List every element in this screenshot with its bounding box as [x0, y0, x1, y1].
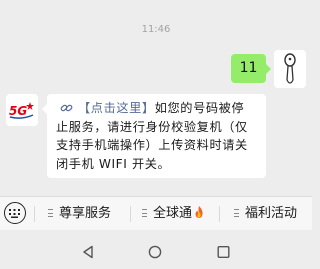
keyboard-toggle-button[interactable] [4, 202, 26, 224]
message-timestamp: 11:46 [141, 24, 171, 35]
menu-item-benefits[interactable]: 福利活动 [234, 197, 297, 231]
menu-item-label: 全球通 [153, 206, 193, 221]
menu-item-global-connect[interactable]: 全球通 [142, 197, 205, 231]
chat-area: 11:46 11 5G 【点击这里】如您的号码被停止服务，请进行身份校验复机（仅… [0, 0, 312, 184]
home-icon[interactable] [148, 245, 162, 259]
service-menu-bar: 尊享服务 全球通 福利活动 [0, 196, 312, 230]
sender-avatar[interactable]: 5G [6, 94, 38, 126]
back-icon[interactable] [82, 245, 94, 259]
keyboard-icon [9, 209, 20, 218]
menu-item-label: 尊享服务 [59, 206, 112, 221]
user-avatar-icon [284, 53, 296, 84]
menu-item-label: 福利活动 [245, 206, 298, 221]
submenu-icon [48, 209, 53, 217]
menu-item-vip-service[interactable]: 尊享服务 [48, 197, 111, 231]
link-icon [60, 104, 73, 112]
system-navigation-bar [0, 236, 312, 269]
menu-divider [219, 206, 220, 222]
menu-divider [34, 206, 35, 222]
sent-message-bubble[interactable]: 11 [231, 54, 271, 83]
submenu-icon [142, 209, 147, 217]
svg-text:5G: 5G [9, 104, 27, 118]
fire-icon [195, 206, 203, 218]
message-link[interactable]: 【点击这里】 [78, 101, 155, 115]
received-message-bubble: 【点击这里】如您的号码被停止服务，请进行身份校验复机（仅支持手机端操作）上传资料… [42, 94, 266, 178]
recent-apps-icon[interactable] [217, 245, 230, 259]
menu-divider [130, 206, 131, 222]
5g-logo-icon: 5G [9, 102, 34, 119]
user-avatar[interactable] [274, 50, 306, 88]
submenu-icon [234, 209, 239, 217]
